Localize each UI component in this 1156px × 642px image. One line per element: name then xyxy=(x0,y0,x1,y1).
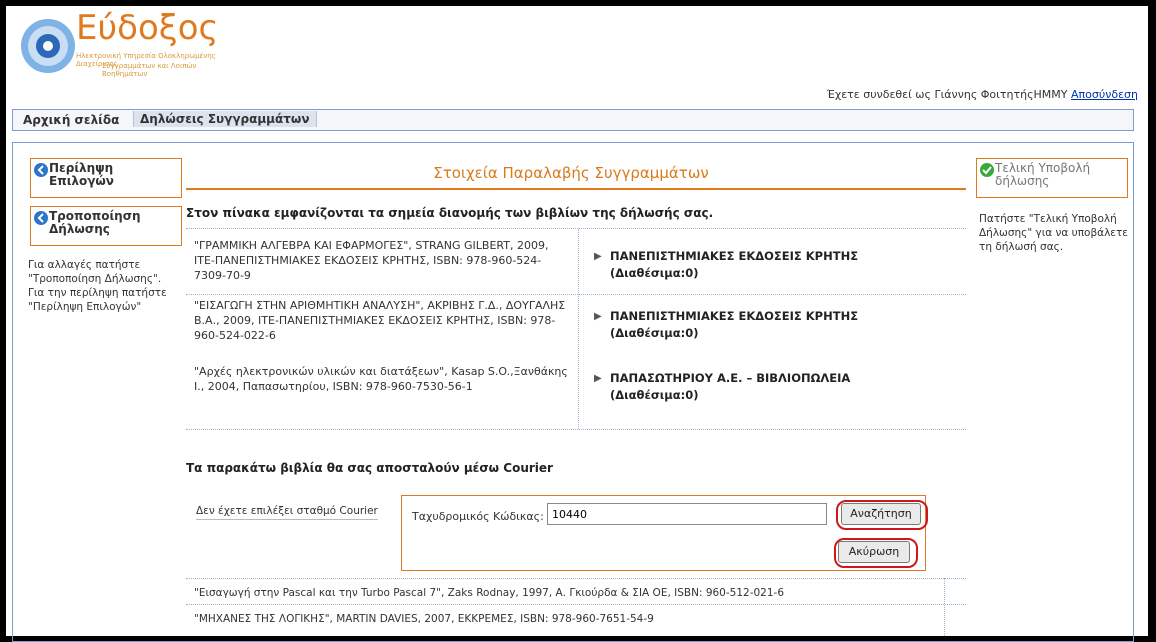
courier-book-row: "Εισαγωγή στην Pascal και την Turbo Pasc… xyxy=(194,587,784,599)
table-row-vendor[interactable]: ▶ ΠΑΝΕΠΙΣΤΗΜΙΑΚΕΣ ΕΚΔΟΣΕΙΣ ΚΡΗΤΗΣ (Διαθέ… xyxy=(594,308,858,342)
table-top-line xyxy=(186,228,966,229)
cancel-button[interactable]: Ακύρωση xyxy=(838,541,910,563)
triangle-right-icon: ▶ xyxy=(594,311,602,322)
title-divider xyxy=(186,188,966,190)
logout-link[interactable]: Αποσύνδεση xyxy=(1071,88,1138,101)
search-button[interactable]: Αναζήτηση xyxy=(841,503,921,525)
table-row-book: "ΓΡΑΜΜΙΚΗ ΑΛΓΕΒΡΑ ΚΑΙ ΕΦΑΡΜΟΓΕΣ", STRANG… xyxy=(194,239,549,282)
logo-icon xyxy=(21,19,75,73)
nav-declarations[interactable]: Δηλώσεις Συγγραμμάτων xyxy=(133,111,317,127)
triangle-right-icon: ▶ xyxy=(594,373,602,384)
vendor-name: ΠΑΝΕΠΙΣΤΗΜΙΑΚΕΣ ΕΚΔΟΣΕΙΣ ΚΡΗΤΗΣ xyxy=(610,309,859,323)
courier-list-top-line xyxy=(186,578,966,579)
check-icon xyxy=(980,163,994,177)
zip-label: Ταχυδρομικός Κώδικας: xyxy=(412,510,544,523)
table-bottom-line xyxy=(186,429,966,430)
no-courier-station-link[interactable]: Δεν έχετε επιλέξει σταθμό Courier xyxy=(196,505,378,520)
eudoxus-logo[interactable]: Εύδοξος Ηλεκτρονική Υπηρεσία Ολοκληρωμέν… xyxy=(12,6,232,78)
courier-list-column-divider xyxy=(944,578,945,636)
logo-title: Εύδοξος xyxy=(76,8,219,48)
vendor-availability: (Διαθέσιμα:0) xyxy=(610,388,699,402)
vendor-name: ΠΑΝΕΠΙΣΤΗΜΙΑΚΕΣ ΕΚΔΟΣΕΙΣ ΚΡΗΤΗΣ xyxy=(610,249,859,263)
modify-button-label: Τροποποίηση Δήλωσης xyxy=(49,209,141,236)
summary-button[interactable]: Περίληψη Επιλογών xyxy=(30,158,182,198)
summary-button-label: Περίληψη Επιλογών xyxy=(49,161,114,188)
nav-bar: Αρχική σελίδα Δηλώσεις Συγγραμμάτων xyxy=(12,109,1134,131)
left-help-text: Για αλλαγές πατήστε "Τροποποίηση Δήλωσης… xyxy=(28,259,167,313)
vendor-availability: (Διαθέσιμα:0) xyxy=(610,266,699,280)
user-status: Έχετε συνδεθεί ως Γιάννης ΦοιτητήςΗΜΜΥ Α… xyxy=(827,88,1138,101)
table-row-vendor[interactable]: ▶ ΠΑΝΕΠΙΣΤΗΜΙΑΚΕΣ ΕΚΔΟΣΕΙΣ ΚΡΗΤΗΣ (Διαθέ… xyxy=(594,248,858,282)
table-row-book: "ΕΙΣΑΓΩΓΗ ΣΤΗΝ ΑΡΙΘΜΗΤΙΚΗ ΑΝΑΛΥΣΗ", ΑΚΡΙ… xyxy=(194,299,566,342)
table-column-divider xyxy=(578,229,579,429)
final-submit-label: Τελική Υποβολή δήλωσης xyxy=(995,161,1091,188)
vendor-name: ΠΑΠΑΣΩΤΗΡΙΟΥ Α.Ε. – ΒΙΒΛΙΟΠΩΛΕΙΑ xyxy=(610,371,851,385)
row-divider xyxy=(186,604,966,605)
vendor-availability: (Διαθέσιμα:0) xyxy=(610,326,699,340)
right-help-text: Πατήστε "Τελική Υποβολή Δήλωσης" για να … xyxy=(979,213,1128,253)
arrow-left-icon xyxy=(34,163,48,177)
intro-text: Στον πίνακα εμφανίζονται τα σημεία διανο… xyxy=(186,206,714,220)
courier-book-row: "ΜΗΧΑΝΕΣ ΤΗΣ ΛΟΓΙΚΗΣ", MARTIN DAVIES, 20… xyxy=(194,613,654,625)
logged-in-as-text: Έχετε συνδεθεί ως Γιάννης ΦοιτητήςΗΜΜΥ xyxy=(826,88,1068,101)
table-row-vendor[interactable]: ▶ ΠΑΠΑΣΩΤΗΡΙΟΥ Α.Ε. – ΒΙΒΛΙΟΠΩΛΕΙΑ (Διαθ… xyxy=(594,370,850,404)
row-divider xyxy=(186,294,966,295)
arrow-left-icon xyxy=(34,211,48,225)
page-title: Στοιχεία Παραλαβής Συγγραμμάτων xyxy=(433,164,709,182)
final-submit-button[interactable]: Τελική Υποβολή δήλωσης xyxy=(976,158,1128,198)
modify-button[interactable]: Τροποποίηση Δήλωσης xyxy=(30,206,182,246)
courier-section-title: Τα παρακάτω βιβλία θα σας αποσταλούν μέσ… xyxy=(186,461,553,475)
logo-subtitle-2: Συγγραμμάτων και Λοιπών Βοηθημάτων xyxy=(102,62,197,78)
nav-home[interactable]: Αρχική σελίδα xyxy=(23,113,119,127)
triangle-right-icon: ▶ xyxy=(594,251,602,262)
table-row-book: "Αρχές ηλεκτρονικών υλικών και διατάξεων… xyxy=(194,365,568,393)
zip-input[interactable] xyxy=(547,503,827,525)
